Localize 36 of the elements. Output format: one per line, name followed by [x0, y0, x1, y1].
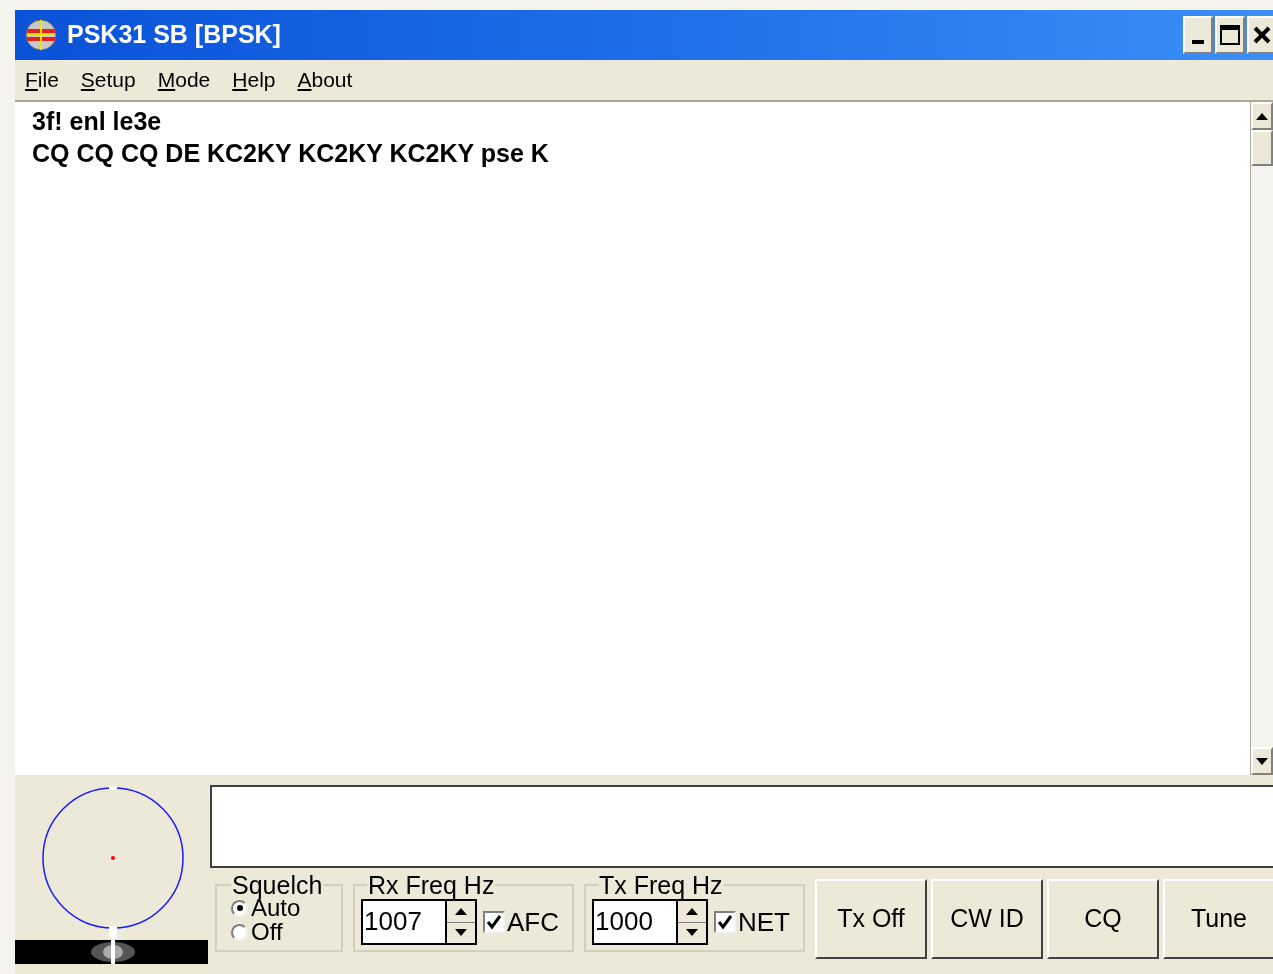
checkbox-label: AFC	[507, 905, 559, 939]
close-button[interactable]	[1247, 16, 1273, 54]
scroll-up-button[interactable]	[1251, 102, 1273, 130]
group-label: Rx Freq Hz	[367, 872, 496, 898]
group-label: Tx Freq Hz	[598, 872, 724, 898]
action-button[interactable]: Tx Off	[815, 879, 927, 959]
check-icon	[486, 914, 502, 930]
menu-item[interactable]: Help	[232, 64, 276, 96]
minimize-button[interactable]	[1183, 16, 1213, 54]
checkbox[interactable]	[714, 911, 736, 933]
up-arrow-icon	[1256, 112, 1268, 120]
received-text-line: CQ CQ CQ DE KC2KY KC2KY KC2KY pse K	[32, 138, 550, 169]
menu-item[interactable]: Setup	[80, 64, 136, 96]
scroll-down-button[interactable]	[1251, 747, 1273, 775]
window-title: PSK31 SB [BPSK]	[67, 19, 282, 51]
checkbox-label: NET	[738, 905, 790, 939]
down-arrow-icon	[1256, 757, 1268, 765]
check-icon	[717, 914, 733, 930]
menu-item[interactable]: About	[297, 64, 353, 96]
close-icon	[1252, 25, 1272, 45]
group-label: Squelch	[231, 872, 324, 898]
received-text-line: 3f! enl le3e	[32, 106, 163, 137]
scroll-thumb[interactable]	[1251, 130, 1273, 166]
radio-button[interactable]	[231, 899, 248, 917]
checkbox[interactable]	[483, 911, 505, 933]
app-icon	[25, 19, 57, 51]
action-button[interactable]: CQ	[1047, 879, 1159, 959]
menu-item[interactable]: Mode	[157, 64, 211, 96]
action-button[interactable]: CW ID	[931, 879, 1043, 959]
menu-item[interactable]: File	[25, 64, 59, 96]
transmit-field[interactable]	[210, 785, 1273, 868]
radio-label: Off	[251, 920, 283, 944]
scrollbar[interactable]	[1250, 102, 1273, 775]
maximize-button[interactable]	[1215, 16, 1245, 54]
action-button[interactable]: Tune	[1163, 879, 1273, 959]
radio-button[interactable]	[231, 923, 248, 941]
